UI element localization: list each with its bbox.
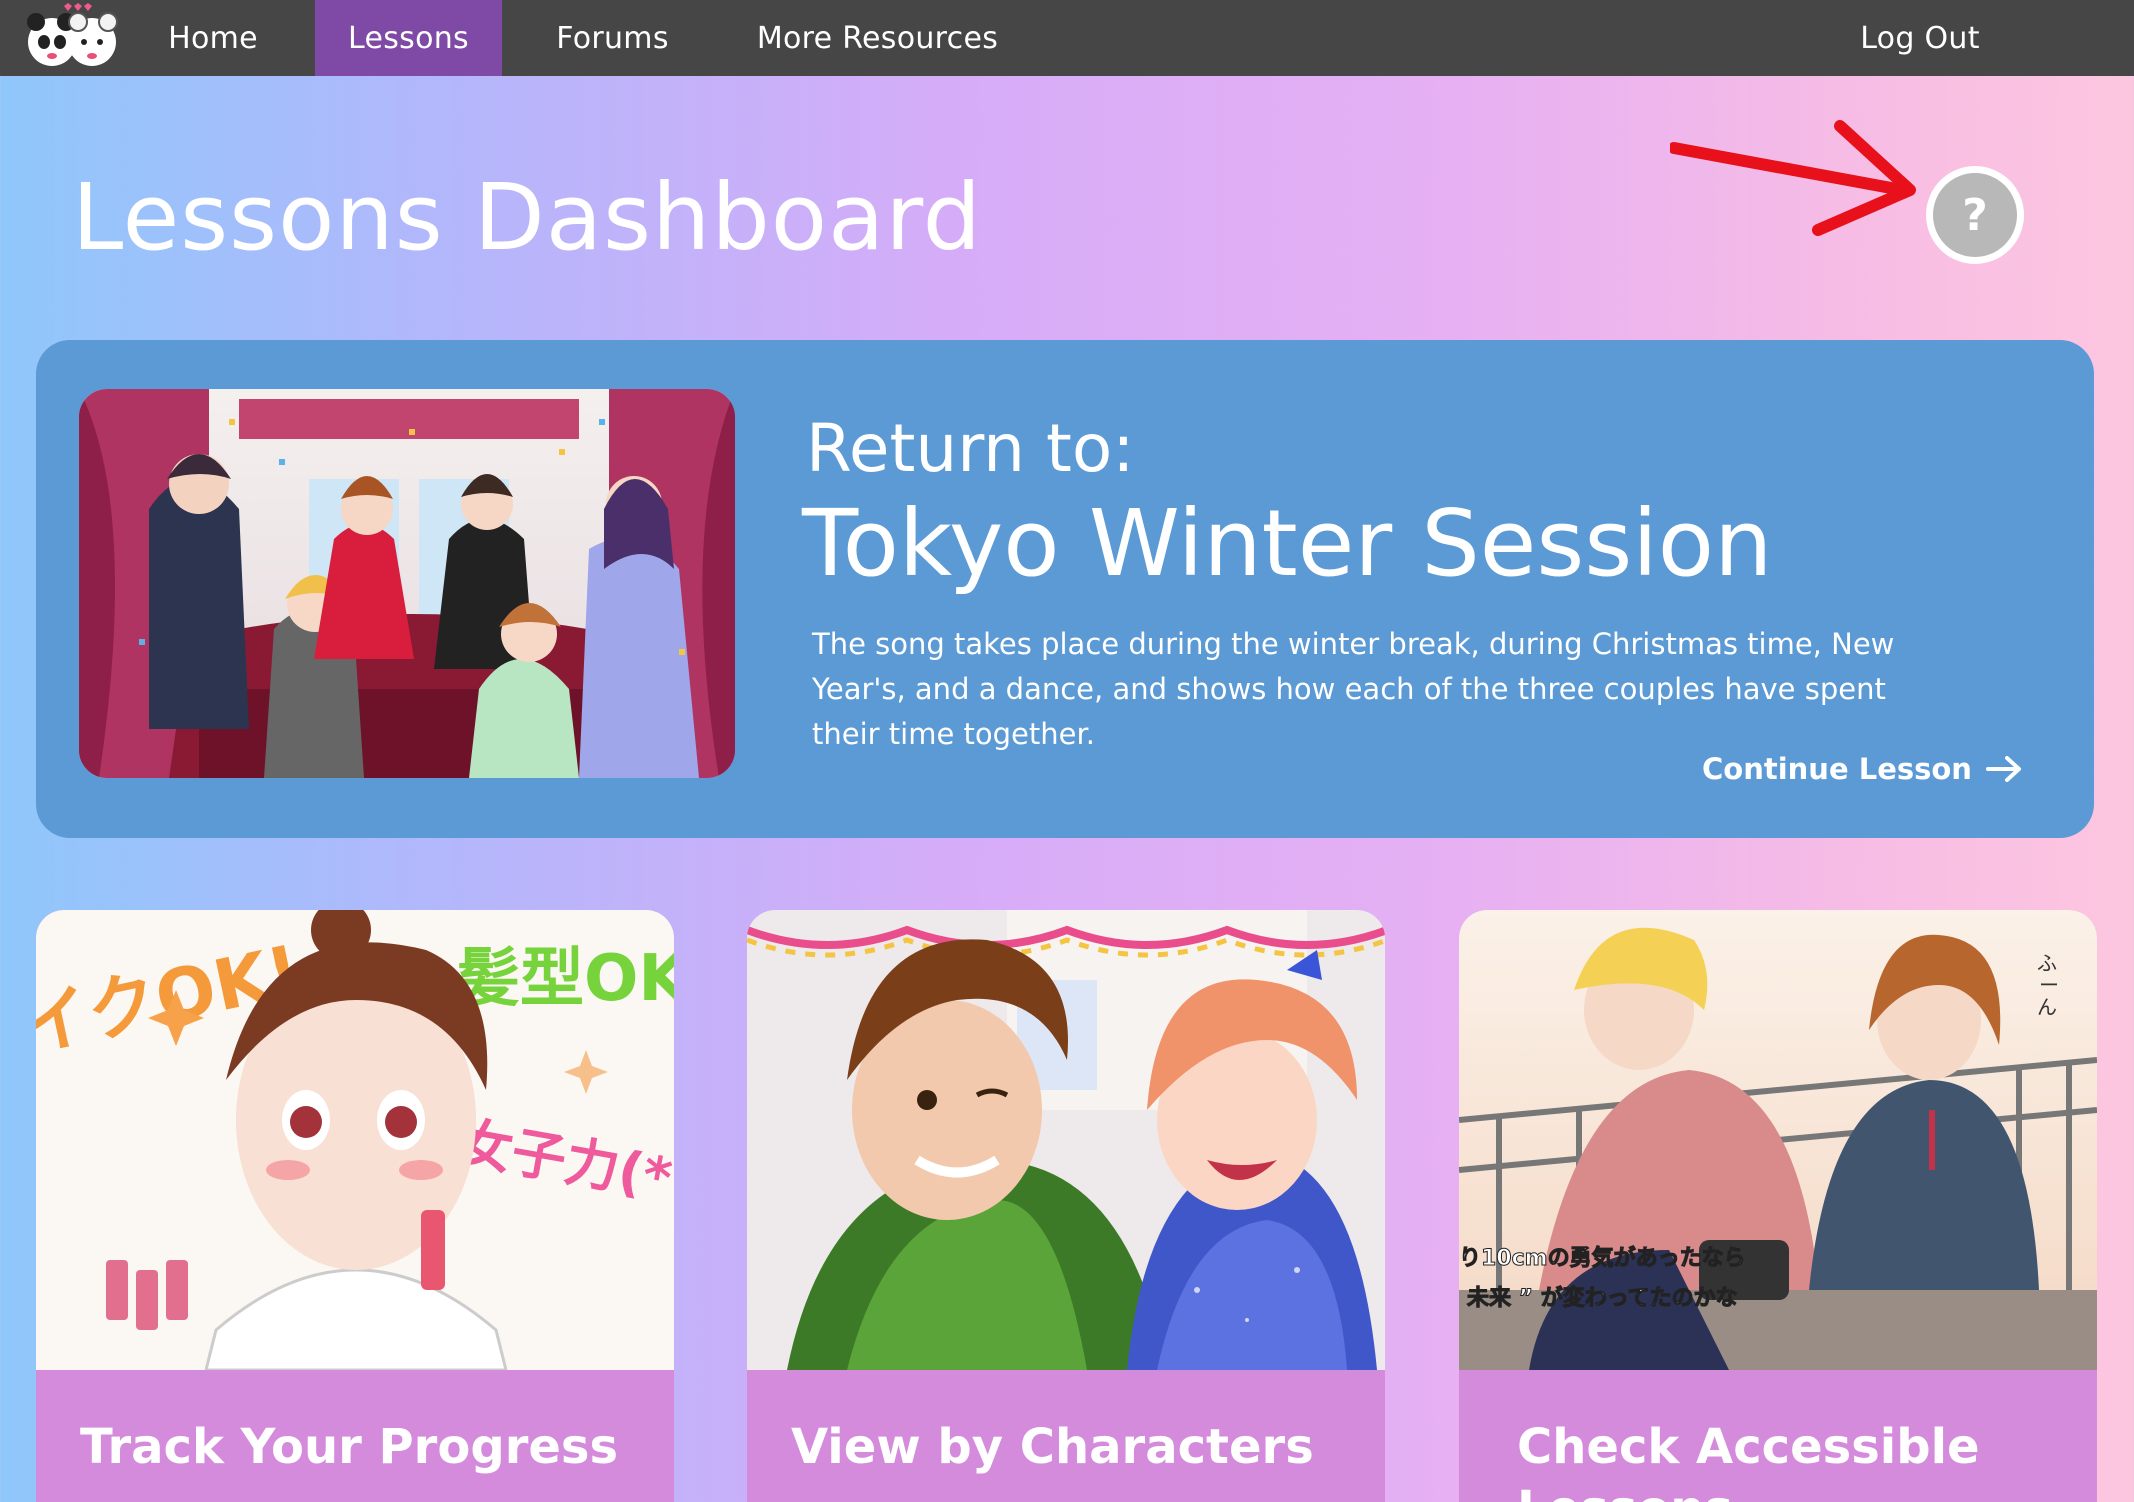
nav-lessons[interactable]: Lessons xyxy=(315,0,502,76)
accessible-lessons-image: り10cmの勇気があったなら 未来 ” が変わってたのかな ふ ー ん xyxy=(1459,910,2097,1370)
top-nav: Home Lessons Forums More Resources Log O… xyxy=(0,0,2134,76)
continue-lesson-panel: Return to: Tokyo Winter Session The song… xyxy=(36,340,2094,838)
red-arrow-annotation-icon xyxy=(1670,120,1916,236)
nav-forums[interactable]: Forums xyxy=(520,0,705,76)
page-title: Lessons Dashboard xyxy=(72,164,983,271)
arrow-right-icon xyxy=(1985,756,2021,782)
continue-lesson-link[interactable]: Continue Lesson xyxy=(1702,752,2022,786)
nav-more-resources[interactable]: More Resources xyxy=(740,0,1015,76)
nav-home[interactable]: Home xyxy=(128,0,298,76)
site-logo[interactable] xyxy=(20,2,124,72)
logout-button[interactable]: Log Out xyxy=(1820,0,2020,76)
svg-text:ふ: ふ xyxy=(2037,951,2057,975)
track-progress-card[interactable]: イクOK! 髪型OK 女子力(*¨ Track Your Progress xyxy=(36,910,674,1502)
svg-text:り10cmの勇気があったなら: り10cmの勇気があったなら xyxy=(1459,1245,1746,1271)
view-by-characters-image xyxy=(747,910,1385,1370)
lesson-title: Tokyo Winter Session xyxy=(802,490,1773,597)
accessible-lessons-label: Check Accessible Lessons xyxy=(1517,1419,1980,1502)
svg-text:ん: ん xyxy=(2037,995,2057,1019)
continue-lesson-label: Continue Lesson xyxy=(1702,752,1972,786)
lesson-description: The song takes place during the winter b… xyxy=(812,627,1895,751)
svg-text:未来 ” が変わってたのかな: 未来 ” が変わってたのかな xyxy=(1467,1285,1738,1311)
view-by-characters-card[interactable]: View by Characters xyxy=(747,910,1385,1502)
help-button[interactable]: ? xyxy=(1926,166,2024,264)
view-by-characters-label: View by Characters xyxy=(791,1419,1314,1475)
svg-text:髪型OK: 髪型OK xyxy=(456,942,674,1016)
accessible-lessons-card[interactable]: り10cmの勇気があったなら 未来 ” が変わってたのかな ふ ー ん Chec… xyxy=(1459,910,2097,1502)
hero-kicker: Return to: xyxy=(806,410,1135,487)
svg-text:ー: ー xyxy=(2039,973,2059,997)
track-progress-image: イクOK! 髪型OK 女子力(*¨ xyxy=(36,910,674,1372)
track-progress-label: Track Your Progress xyxy=(80,1419,619,1475)
lesson-cover-image[interactable] xyxy=(79,389,735,778)
